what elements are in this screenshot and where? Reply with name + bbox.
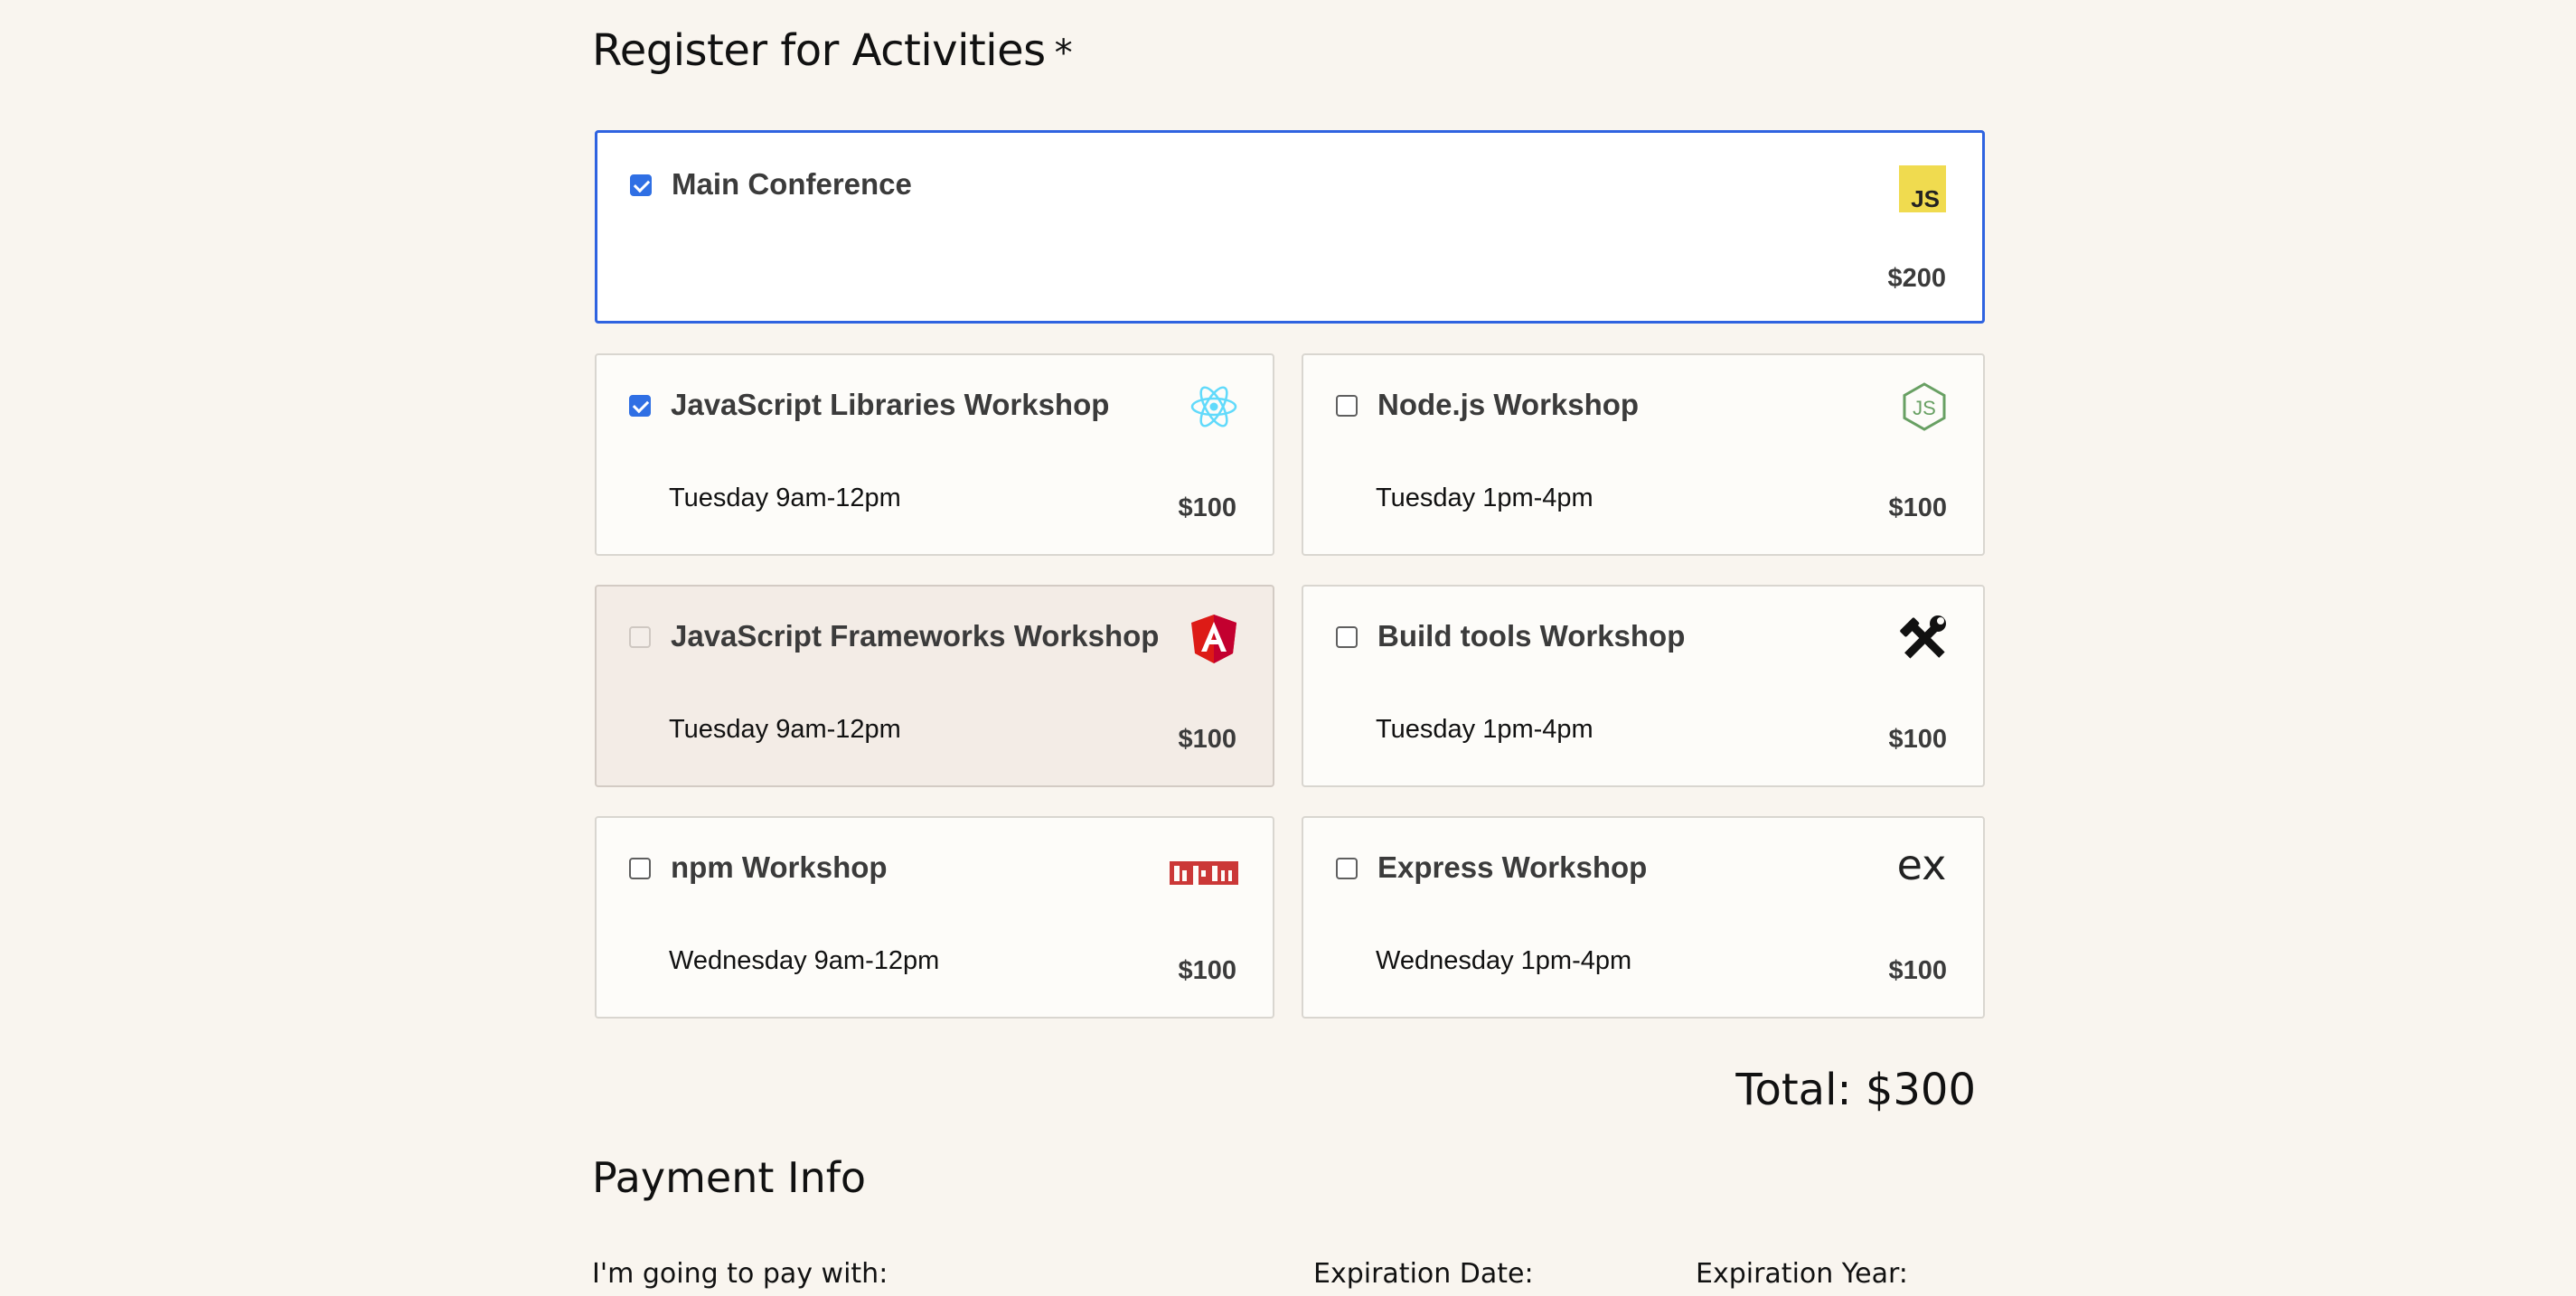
javascript-logo-icon: JS (1899, 165, 1946, 212)
activity-title: npm Workshop (671, 850, 888, 884)
activity-price: $200 (1887, 264, 1946, 293)
activity-price: $100 (1888, 956, 1947, 985)
tools-icon (1900, 614, 1949, 662)
activity-time: Wednesday 9am-12pm (669, 946, 940, 975)
activity-price: $100 (1888, 493, 1947, 522)
build-tools-checkbox[interactable] (1336, 626, 1358, 648)
activities-page: Register for Activities * Main Conference… (0, 0, 2576, 1296)
activity-card-nodejs[interactable]: Node.js Workshop JS Tuesday 1pm-4pm $100 (1302, 353, 1985, 556)
payment-heading: Payment Info (592, 1153, 867, 1202)
activity-title: JavaScript Frameworks Workshop (671, 619, 1160, 653)
activity-time: Wednesday 1pm-4pm (1376, 946, 1632, 975)
total-cost: Total: $300 (1735, 1065, 1976, 1115)
required-marker: * (1054, 33, 1073, 74)
expiration-date-label: Expiration Date: (1313, 1258, 1534, 1290)
activity-card-js-libraries[interactable]: JavaScript Libraries Workshop Tuesday 9a… (595, 353, 1274, 556)
activity-card-express[interactable]: Express Workshop ex Wednesday 1pm-4pm $1… (1302, 816, 1985, 1019)
activity-time: Tuesday 9am-12pm (669, 484, 901, 512)
react-logo-icon (1189, 382, 1238, 431)
activity-title: JavaScript Libraries Workshop (671, 388, 1110, 421)
activity-title: Node.js Workshop (1377, 388, 1640, 421)
nodejs-checkbox[interactable] (1336, 395, 1358, 417)
svg-text:ex: ex (1897, 843, 1947, 888)
npm-logo-icon (1170, 859, 1238, 888)
nodejs-logo-icon: JS (1900, 382, 1949, 431)
activity-time: Tuesday 1pm-4pm (1376, 484, 1594, 512)
activity-title: Express Workshop (1377, 850, 1648, 884)
express-checkbox[interactable] (1336, 858, 1358, 879)
activity-card-build-tools[interactable]: Build tools Workshop Tuesday 1pm-4pm $10… (1302, 585, 1985, 787)
express-logo-icon: ex (1894, 841, 1949, 889)
main-conference-checkbox[interactable] (630, 174, 652, 196)
js-libraries-checkbox[interactable] (629, 395, 651, 417)
activity-price: $100 (1178, 956, 1236, 985)
activity-card-js-frameworks: JavaScript Frameworks Workshop Tuesday 9… (595, 585, 1274, 787)
activity-title: Main Conference (672, 167, 912, 201)
svg-text:JS: JS (1913, 397, 1936, 419)
activity-title: Build tools Workshop (1377, 619, 1686, 653)
activity-price: $100 (1178, 725, 1236, 754)
activity-time: Tuesday 9am-12pm (669, 715, 901, 744)
activity-price: $100 (1178, 493, 1236, 522)
expiration-year-label: Expiration Year: (1696, 1258, 1908, 1290)
activity-card-main-conference[interactable]: Main Conference JS $200 (595, 130, 1985, 324)
npm-checkbox[interactable] (629, 858, 651, 879)
svg-text:JS: JS (1911, 185, 1940, 212)
angular-logo-icon (1189, 614, 1238, 663)
activities-heading: Register for Activities * (592, 25, 1073, 76)
activity-price: $100 (1888, 725, 1947, 754)
activity-time: Tuesday 1pm-4pm (1376, 715, 1594, 744)
js-frameworks-checkbox (629, 626, 651, 648)
pay-with-label: I'm going to pay with: (592, 1258, 888, 1290)
activity-card-npm[interactable]: npm Workshop Wednesday 9am-12pm $100 (595, 816, 1274, 1019)
